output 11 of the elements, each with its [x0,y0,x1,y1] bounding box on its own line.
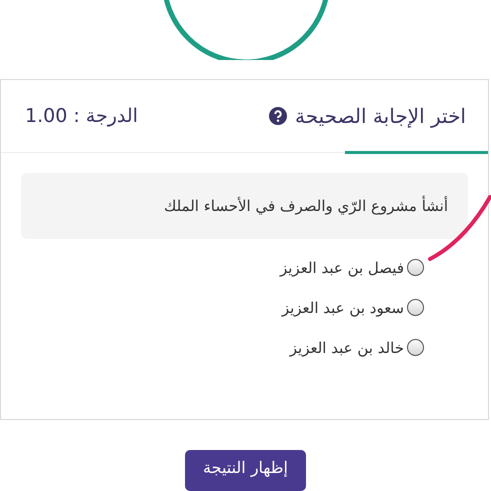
option-label[interactable]: سعود بن عبد العزيز [282,298,404,317]
score-label: الدرجة : 1.00 [25,104,138,127]
radio-button[interactable] [407,259,424,276]
option-label[interactable]: فيصل بن عبد العزيز [280,258,404,277]
show-result-button[interactable]: إظهار النتيجة [185,450,306,491]
help-icon[interactable] [269,106,287,125]
question-title: اختر الإجابة الصحيحة [269,104,466,128]
radio-button[interactable] [407,339,424,356]
option-label[interactable]: خالد بن عبد العزيز [290,338,404,357]
question-text: أنشأ مشروع الرّي والصرف في الأحساء الملك [164,196,448,215]
radio-button[interactable] [407,299,424,316]
